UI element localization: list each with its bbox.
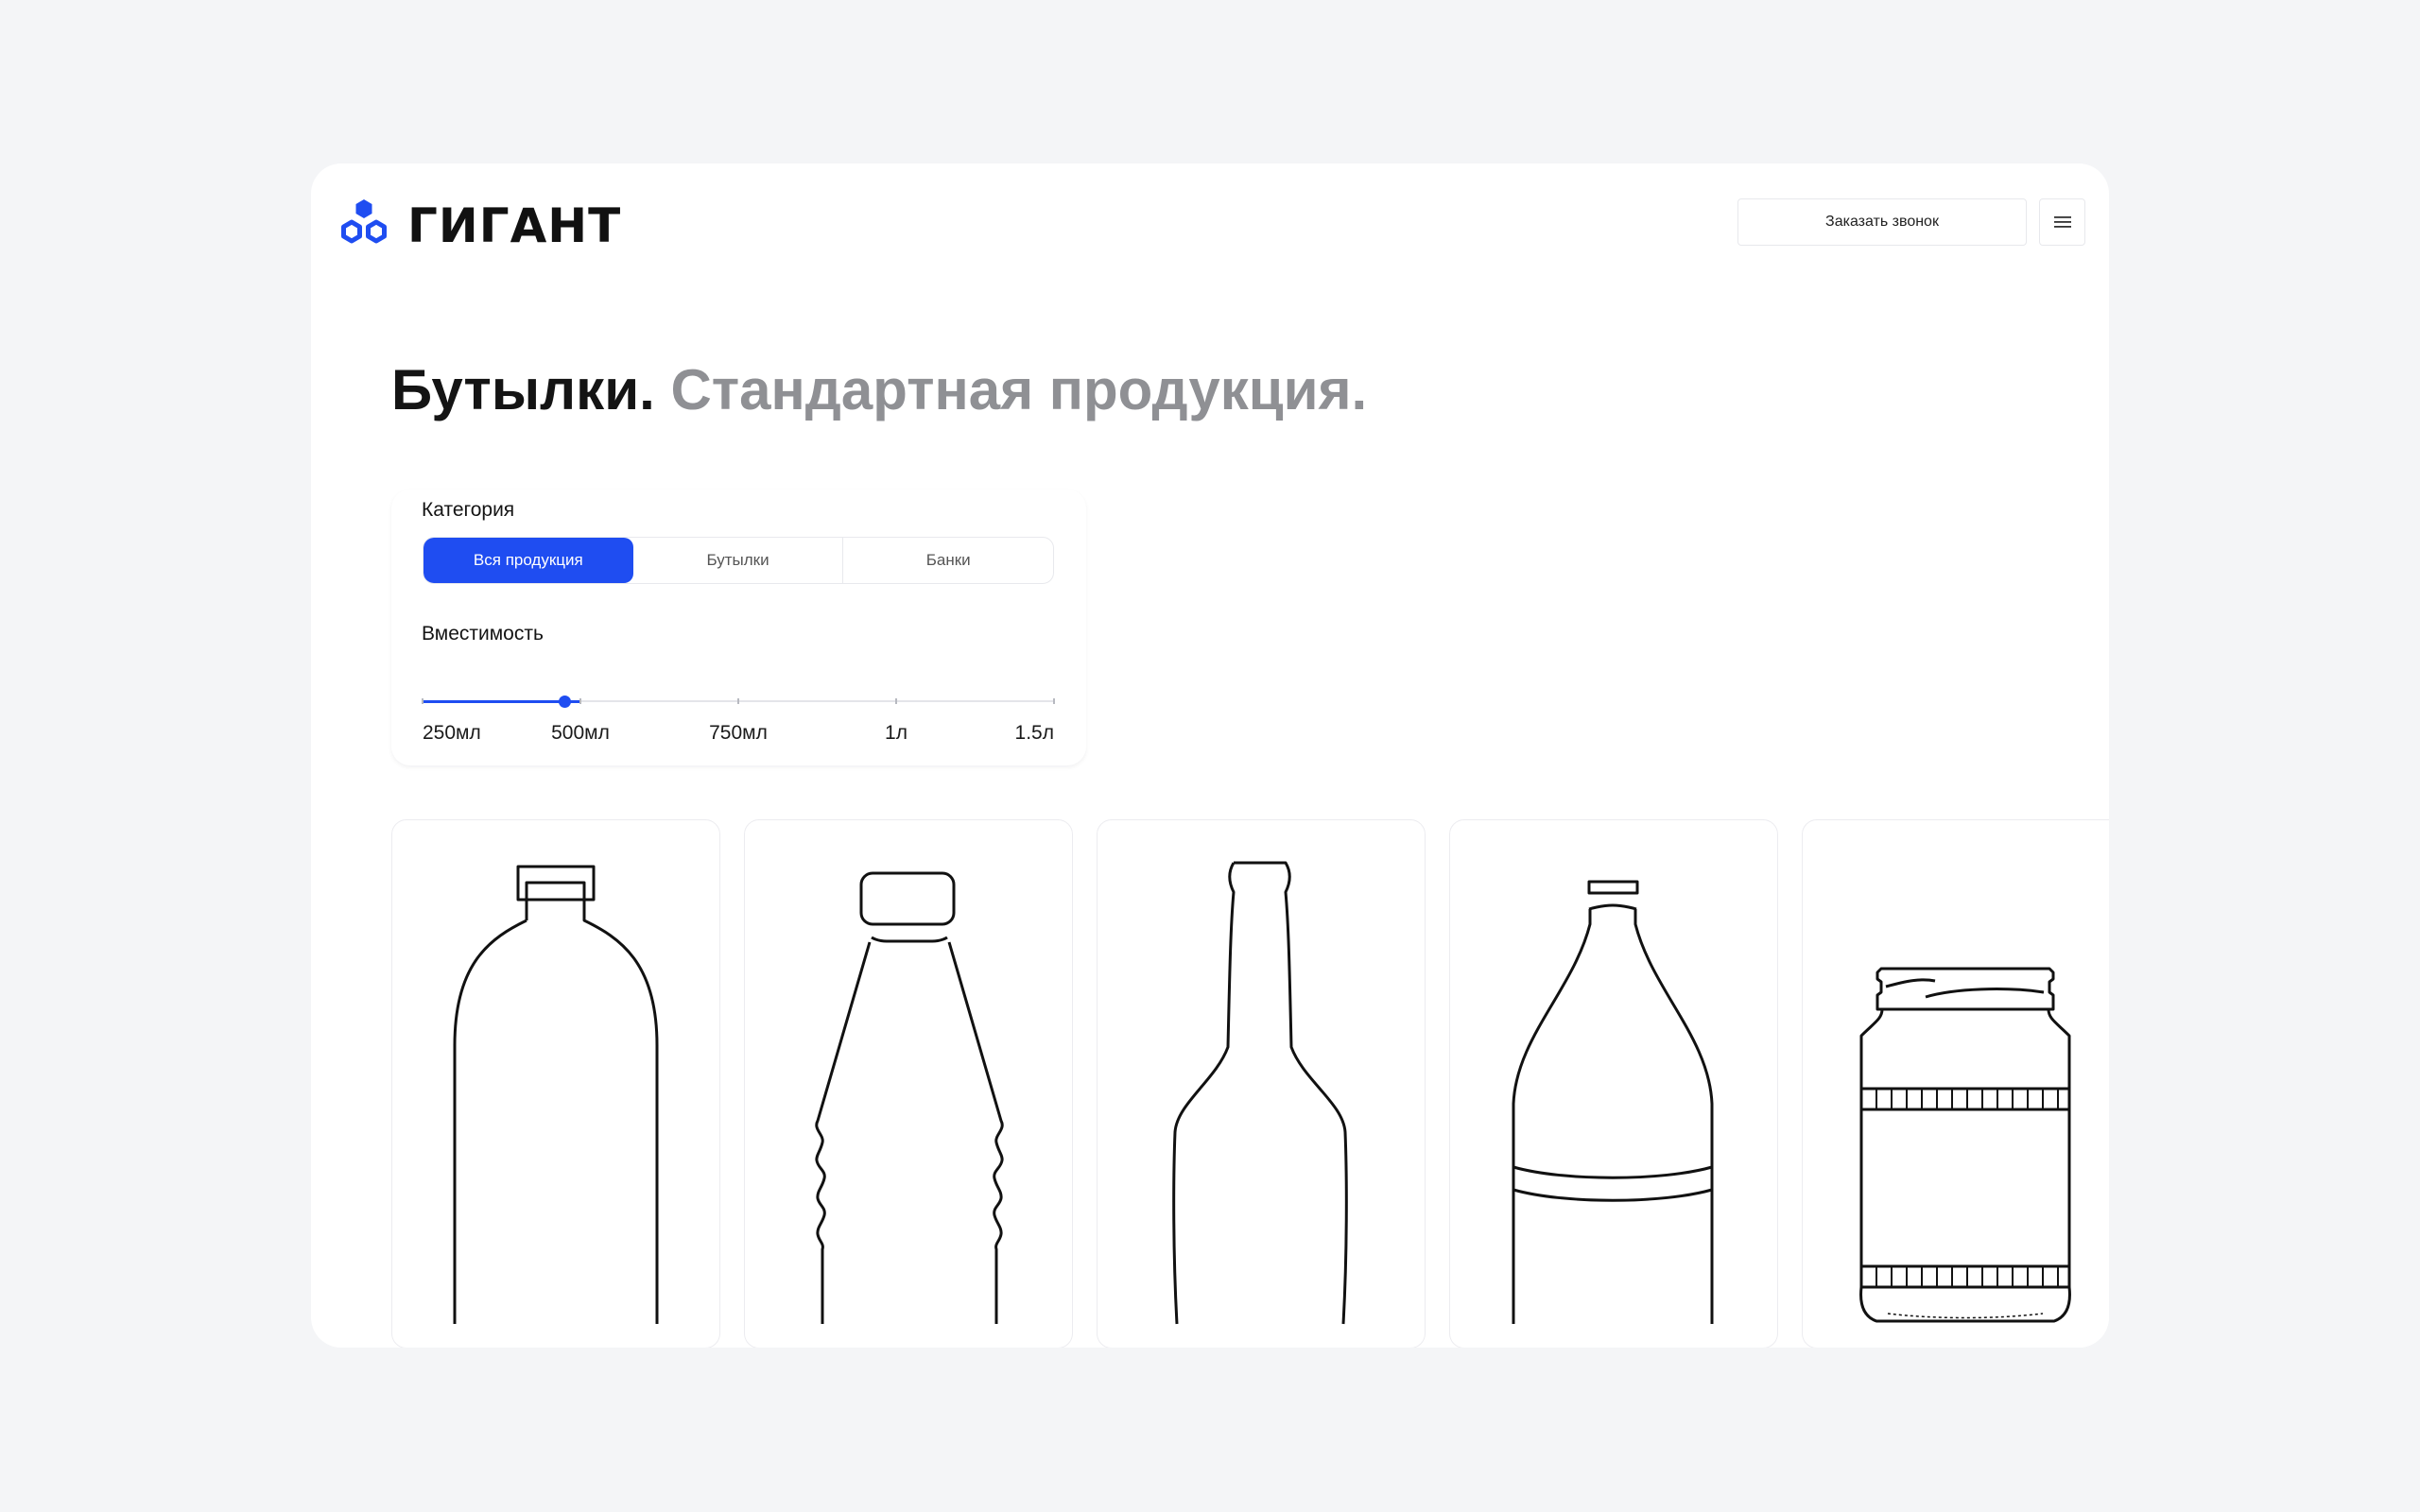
category-label: Категория: [422, 499, 515, 521]
page-title-bold: Бутылки.: [391, 358, 655, 421]
capacity-option-500ml[interactable]: 500мл: [551, 722, 610, 745]
bottle-round-shoulder-icon: [453, 865, 659, 1324]
menu-button[interactable]: [2039, 198, 2085, 246]
product-card[interactable]: [1097, 819, 1426, 1348]
slider-tick: [737, 698, 739, 704]
product-card[interactable]: [391, 819, 720, 1348]
category-option-jars[interactable]: Банки: [843, 538, 1053, 583]
slider-tick: [422, 698, 424, 704]
product-card[interactable]: [744, 819, 1073, 1348]
logo-text: ГИГАНТ: [407, 198, 622, 253]
category-option-all[interactable]: Вся продукция: [424, 538, 633, 583]
capacity-label: Вместимость: [422, 623, 544, 644]
capacity-option-750ml[interactable]: 750мл: [709, 722, 768, 745]
logo[interactable]: ГИГАНТ: [336, 197, 621, 255]
slider-tick: [895, 698, 897, 704]
category-selector: Вся продукция Бутылки Банки: [423, 537, 1054, 584]
bottle-long-neck-icon: [1172, 861, 1348, 1325]
slider-tick: [579, 698, 581, 704]
hamburger-menu-icon: [2053, 216, 2071, 228]
product-card[interactable]: [1449, 819, 1778, 1348]
filters-panel: Категория Вся продукция Бутылки Банки Вм…: [391, 490, 1086, 765]
product-card[interactable]: [1802, 819, 2109, 1348]
capacity-scale: 250мл 500мл 750мл 1л 1.5л: [423, 722, 1054, 747]
category-option-bottles[interactable]: Бутылки: [633, 538, 844, 583]
bottle-ribbed-icon: [815, 871, 1004, 1324]
page-title: Бутылки. Стандартная продукция.: [391, 362, 1367, 419]
capacity-option-1-5l[interactable]: 1.5л: [1015, 722, 1054, 745]
capacity-slider[interactable]: [422, 692, 1055, 711]
slider-tick: [1053, 698, 1055, 704]
page-title-light: Стандартная продукция.: [670, 358, 1368, 421]
jar-icon: [1859, 967, 2071, 1323]
slider-fill: [423, 700, 580, 703]
slider-thumb[interactable]: [559, 696, 572, 708]
order-call-button[interactable]: Заказать звонок: [1737, 198, 2027, 246]
hexagon-cluster-icon: [341, 199, 387, 244]
capacity-option-250ml[interactable]: 250мл: [423, 722, 481, 745]
page-frame: ГИГАНТ Заказать звонок Бутылки. Стандарт…: [311, 163, 2109, 1348]
capacity-option-1l[interactable]: 1л: [885, 722, 908, 745]
bottle-large-labeled-icon: [1512, 880, 1714, 1324]
